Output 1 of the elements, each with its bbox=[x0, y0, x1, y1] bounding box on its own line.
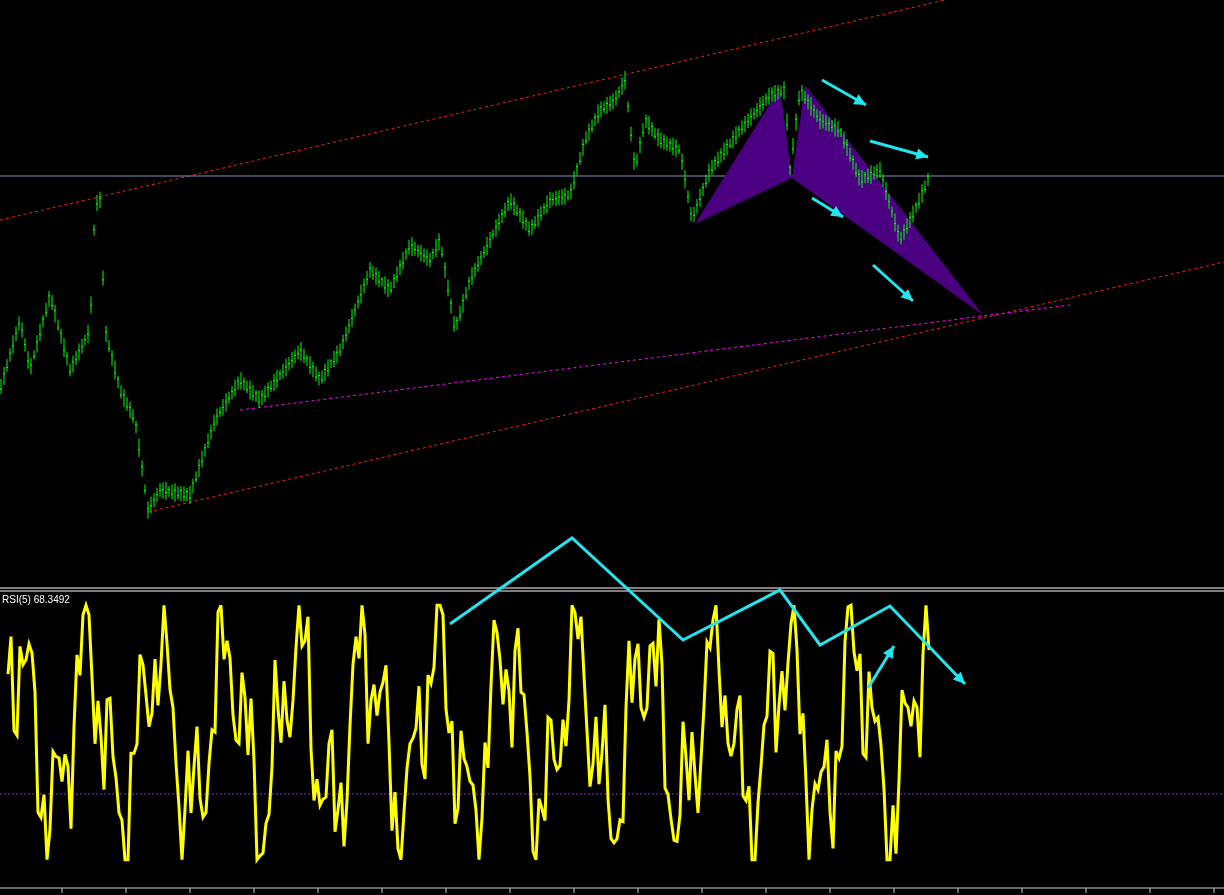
rsi-label: RSI(5) 68.3492 bbox=[2, 595, 70, 605]
